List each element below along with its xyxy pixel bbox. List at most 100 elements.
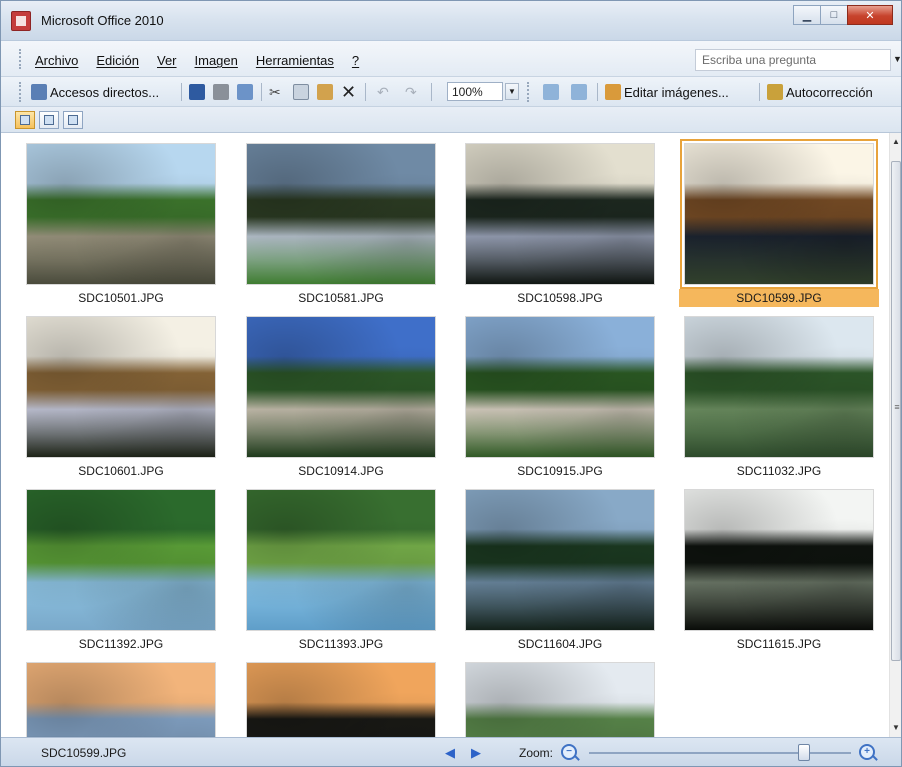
thumbnail-photo[interactable] bbox=[26, 662, 216, 737]
zoom-out-icon: − bbox=[566, 746, 572, 757]
thumbnail-filename: SDC10914.JPG bbox=[298, 464, 384, 478]
ask-dropdown-icon[interactable]: ▼ bbox=[893, 54, 901, 64]
thumbnail-item[interactable]: SDC10501.JPG bbox=[26, 143, 216, 307]
maximize-button[interactable]: □ bbox=[820, 5, 848, 25]
zoom-slider-knob[interactable] bbox=[797, 744, 810, 761]
delete-button[interactable]: ✕ bbox=[341, 81, 356, 103]
scrollbar-thumb[interactable] bbox=[891, 161, 901, 661]
menu-item[interactable]: Imagen bbox=[195, 53, 238, 68]
zoom-combo-input[interactable]: 100% bbox=[447, 82, 503, 101]
menu-item[interactable]: Herramientas bbox=[256, 53, 334, 68]
shortcuts-label: Accesos directos... bbox=[50, 84, 160, 100]
vertical-scrollbar[interactable]: ▲ ▼ bbox=[889, 133, 901, 737]
thumbnail-item[interactable] bbox=[246, 662, 436, 737]
cut-button[interactable]: ✂ bbox=[269, 81, 281, 103]
thumbnail-photo[interactable] bbox=[246, 662, 436, 737]
menu-grip-icon[interactable] bbox=[19, 49, 23, 69]
paste-icon bbox=[317, 84, 333, 100]
zoom-dropdown-icon[interactable]: ▼ bbox=[505, 83, 519, 100]
app-window: Microsoft Office 2010 ▁ □ ✕ Archivo Edici… bbox=[0, 0, 902, 767]
thumbnail-item[interactable]: SDC10599.JPG bbox=[679, 139, 879, 307]
thumbnail-photo[interactable] bbox=[684, 316, 874, 458]
photo-shading bbox=[27, 490, 215, 630]
thumbnail-filename: SDC10915.JPG bbox=[517, 464, 603, 478]
thumbnail-photo[interactable] bbox=[26, 316, 216, 458]
menu-bar: Archivo Edición Ver Imagen Herramientas? Esc… bbox=[1, 41, 901, 77]
zoom-out-button[interactable]: − bbox=[561, 744, 577, 760]
undo-button[interactable]: ↶ bbox=[377, 81, 389, 103]
thumbnail-photo[interactable] bbox=[465, 143, 655, 285]
thumbnail-item[interactable]: SDC10914.JPG bbox=[246, 316, 436, 480]
scroll-down-icon[interactable]: ▼ bbox=[890, 721, 901, 735]
scroll-up-icon[interactable]: ▲ bbox=[890, 135, 901, 149]
rotate-left-button[interactable] bbox=[543, 81, 559, 103]
edit-images-button[interactable]: Editar imágenes... bbox=[605, 81, 729, 103]
thumbnail-photo[interactable] bbox=[26, 143, 216, 285]
photo-shading bbox=[247, 663, 435, 737]
thumbnail-photo[interactable] bbox=[246, 316, 436, 458]
paste-button[interactable] bbox=[317, 81, 333, 103]
photo-shading bbox=[466, 144, 654, 284]
filmstrip-view-button[interactable] bbox=[39, 111, 59, 129]
thumbnail-item[interactable]: SDC11604.JPG bbox=[465, 489, 655, 653]
thumbnail-photo[interactable] bbox=[465, 316, 655, 458]
toolbar-separator bbox=[261, 83, 262, 101]
redo-button[interactable]: ↷ bbox=[405, 81, 417, 103]
copy-button[interactable] bbox=[293, 81, 309, 103]
thumbnail-item[interactable]: SDC11393.JPG bbox=[246, 489, 436, 653]
photo-shading bbox=[247, 317, 435, 457]
previous-arrow-icon: ◀ bbox=[445, 745, 455, 760]
toolbar-grip-icon[interactable] bbox=[527, 82, 531, 102]
thumbnail-item[interactable] bbox=[465, 662, 655, 737]
redo-icon: ↷ bbox=[405, 83, 417, 100]
autocorrect-label: Autocorrección bbox=[786, 84, 873, 100]
single-image-icon bbox=[68, 115, 78, 125]
zoom-in-button[interactable]: + bbox=[859, 744, 875, 760]
thumbnail-item[interactable]: SDC10598.JPG bbox=[465, 143, 655, 307]
maximize-icon: □ bbox=[830, 9, 838, 21]
thumbnail-filename: SDC11032.JPG bbox=[736, 464, 822, 478]
view-bar bbox=[1, 107, 901, 133]
thumbnail-item[interactable]: SDC11392.JPG bbox=[26, 489, 216, 653]
photo-shading bbox=[27, 663, 215, 737]
menu-item[interactable]: ? bbox=[352, 53, 359, 68]
menu-item[interactable]: Ver bbox=[157, 53, 177, 68]
thumbnail-filename: SDC11392.JPG bbox=[78, 637, 164, 651]
thumbnail-item[interactable]: SDC10581.JPG bbox=[246, 143, 436, 307]
thumbnails-view-button[interactable] bbox=[15, 111, 35, 129]
thumbnail-item[interactable]: SDC10601.JPG bbox=[26, 316, 216, 480]
menu-item[interactable]: Archivo bbox=[35, 53, 78, 68]
minimize-button[interactable]: ▁ bbox=[793, 5, 821, 25]
copy-icon bbox=[293, 84, 309, 100]
office-app-icon[interactable] bbox=[11, 11, 31, 31]
thumbnail-photo[interactable] bbox=[465, 662, 655, 737]
thumbnail-photo[interactable] bbox=[680, 139, 878, 289]
standard-toolbar: Accesos directos... ✂ ✕ ↶ ↷ 100% ▼ Edita… bbox=[1, 77, 901, 107]
menu-item[interactable]: Edición bbox=[96, 53, 139, 68]
print-button[interactable] bbox=[213, 81, 229, 103]
toolbar-grip-icon[interactable] bbox=[19, 82, 23, 102]
zoom-slider-track[interactable] bbox=[589, 752, 851, 754]
shortcuts-button[interactable]: Accesos directos... bbox=[31, 81, 159, 103]
save-button[interactable] bbox=[189, 81, 205, 103]
thumbnail-item[interactable]: SDC11615.JPG bbox=[684, 489, 874, 653]
thumbnail-photo[interactable] bbox=[465, 489, 655, 631]
close-button[interactable]: ✕ bbox=[847, 5, 893, 25]
thumbnail-photo[interactable] bbox=[26, 489, 216, 631]
ask-question-input[interactable]: Escriba una pregunta bbox=[695, 49, 891, 71]
thumbnail-item[interactable] bbox=[26, 662, 216, 737]
thumbnail-filename: SDC10598.JPG bbox=[517, 291, 603, 305]
autocorrect-button[interactable]: Autocorrección bbox=[767, 81, 873, 103]
thumbnail-photo[interactable] bbox=[246, 143, 436, 285]
thumbnail-photo[interactable] bbox=[246, 489, 436, 631]
previous-image-button[interactable]: ◀ bbox=[445, 745, 455, 761]
thumbnail-item[interactable]: SDC11032.JPG bbox=[684, 316, 874, 480]
scissors-icon: ✂ bbox=[269, 83, 281, 100]
thumbnail-filename: SDC11615.JPG bbox=[736, 637, 822, 651]
email-button[interactable] bbox=[237, 81, 253, 103]
rotate-right-button[interactable] bbox=[571, 81, 587, 103]
single-image-view-button[interactable] bbox=[63, 111, 83, 129]
next-image-button[interactable]: ▶ bbox=[471, 745, 481, 761]
thumbnail-item[interactable]: SDC10915.JPG bbox=[465, 316, 655, 480]
thumbnail-photo[interactable] bbox=[684, 489, 874, 631]
